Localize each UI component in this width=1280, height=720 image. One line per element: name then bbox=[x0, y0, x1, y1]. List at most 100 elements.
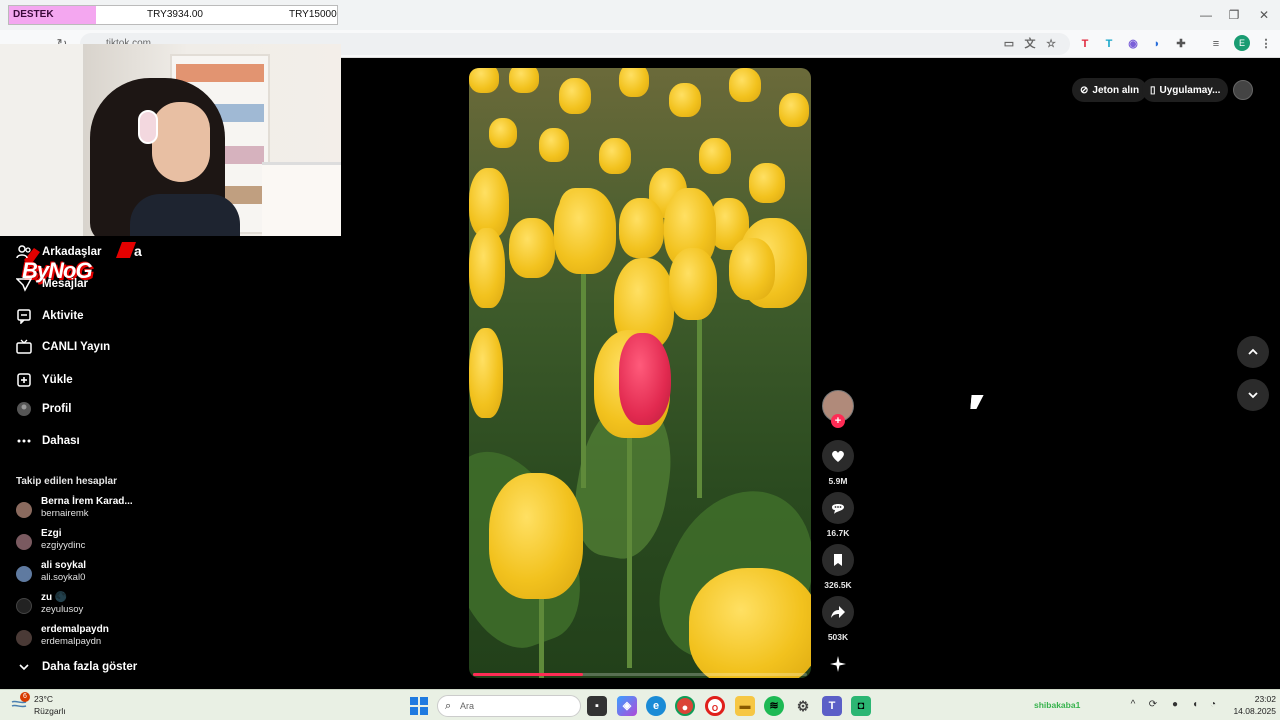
next-video-button[interactable] bbox=[1237, 379, 1269, 411]
opera-icon[interactable]: O bbox=[705, 696, 725, 716]
search-placeholder: Ara bbox=[460, 701, 475, 711]
sidebar-item-label: Dahası bbox=[42, 435, 80, 447]
get-coins-button[interactable]: ⊘ Jeton alın bbox=[1072, 78, 1148, 102]
svg-text:a: a bbox=[134, 243, 142, 259]
chrome-icon[interactable]: ● bbox=[675, 696, 695, 716]
sidebar-item-upload[interactable]: Yükle bbox=[16, 368, 73, 392]
messages-icon bbox=[16, 276, 32, 292]
follow-plus-icon[interactable]: + bbox=[831, 414, 845, 428]
extension-translate-icon[interactable]: T bbox=[1100, 35, 1118, 53]
sidebar-item-label: Mesajlar bbox=[42, 278, 89, 290]
tray-network-icon[interactable]: ◔ bbox=[1206, 698, 1220, 712]
following-section-title: Takip edilen hesaplar bbox=[16, 476, 117, 487]
effects-button[interactable] bbox=[822, 648, 854, 680]
teams-icon[interactable]: T bbox=[822, 696, 842, 716]
sidebar-item-live[interactable]: CANLI Yayın bbox=[16, 335, 110, 359]
extension-blue-icon[interactable]: ◗ bbox=[1148, 35, 1166, 53]
taskbar-search[interactable]: ⌕ Ara bbox=[437, 695, 581, 717]
bookmark-icon bbox=[834, 554, 842, 566]
share-count: 503K bbox=[827, 632, 849, 642]
sidebar-item-label: Profil bbox=[42, 403, 72, 415]
app-green-icon[interactable]: ◘ bbox=[851, 696, 871, 716]
show-more-label: Daha fazla göster bbox=[42, 661, 138, 673]
share-button[interactable] bbox=[822, 596, 854, 628]
video-progress-bar[interactable] bbox=[473, 673, 807, 676]
chevron-down-icon bbox=[16, 659, 32, 675]
following-username: zeyulusoy bbox=[41, 604, 84, 615]
webcam-overlay bbox=[0, 44, 341, 236]
get-app-label: Uygulamay... bbox=[1159, 84, 1221, 96]
minimize-button[interactable]: — bbox=[1192, 4, 1220, 26]
following-name: Berna İrem Karad... bbox=[41, 496, 133, 507]
settings-icon[interactable]: ⚙ bbox=[793, 696, 813, 716]
previous-video-button[interactable] bbox=[1237, 336, 1269, 368]
close-button[interactable]: ✕ bbox=[1250, 4, 1278, 26]
reading-list-icon[interactable]: ≡ bbox=[1207, 35, 1225, 53]
get-coins-label: Jeton alın bbox=[1092, 84, 1140, 96]
red-tulip bbox=[619, 333, 671, 425]
following-name: zu 🌑 bbox=[41, 592, 68, 603]
more-icon bbox=[16, 433, 32, 449]
avatar bbox=[16, 502, 32, 518]
video-player[interactable] bbox=[469, 68, 811, 678]
bookmark-star-icon[interactable]: ☆ bbox=[1042, 35, 1060, 53]
sidebar-item-label: Aktivite bbox=[42, 310, 84, 322]
extension-purple-icon[interactable]: ◉ bbox=[1124, 35, 1142, 53]
get-app-button[interactable]: ▯ Uygulamay... bbox=[1142, 78, 1229, 102]
avatar bbox=[16, 534, 32, 550]
maximize-button[interactable]: ❐ bbox=[1220, 4, 1248, 26]
extension-tp-icon[interactable]: T bbox=[1076, 35, 1094, 53]
donation-label: DESTEK bbox=[9, 6, 96, 24]
sidebar-item-activity[interactable]: Aktivite bbox=[16, 304, 84, 328]
task-view-icon[interactable]: ▪ bbox=[587, 696, 607, 716]
following-username: bernairemk bbox=[41, 508, 89, 519]
browser-profile-avatar[interactable]: E bbox=[1234, 35, 1250, 51]
comment-button[interactable] bbox=[822, 492, 854, 524]
save-count: 326.5K bbox=[824, 580, 852, 590]
sidebar-item-more[interactable]: Dahası bbox=[16, 429, 80, 453]
webcam-person-shirt bbox=[130, 194, 240, 236]
profile-icon bbox=[16, 401, 32, 417]
sidebar-item-label: CANLI Yayın bbox=[42, 341, 111, 353]
screenshot-icon[interactable]: ▭ bbox=[1000, 35, 1018, 53]
following-username: erdemalpaydn bbox=[41, 636, 102, 647]
spotify-icon[interactable]: ≋ bbox=[764, 696, 784, 716]
webcam-person-face bbox=[152, 102, 210, 182]
browser-menu-icon[interactable]: ⋮ bbox=[1257, 35, 1275, 53]
following-name: ali soykal bbox=[41, 560, 87, 571]
taskbar: 6 23°C Rüzgarlı ⌕ Ara ▪ ◈ e ● O ▬ ≋ ⚙ T … bbox=[0, 689, 1280, 720]
heart-icon bbox=[832, 450, 844, 462]
tray-sync-icon[interactable]: ⟳ bbox=[1146, 698, 1160, 712]
sidebar-item-profile[interactable]: Profil bbox=[16, 397, 71, 421]
start-button[interactable] bbox=[410, 697, 428, 715]
following-username: ezgiyydinc bbox=[41, 540, 86, 551]
extensions-puzzle-icon[interactable]: ✚ bbox=[1172, 35, 1190, 53]
chevron-down-icon bbox=[1248, 392, 1258, 399]
translate-icon[interactable]: 文 bbox=[1021, 35, 1039, 53]
tray-mic-icon[interactable]: ● bbox=[1168, 698, 1182, 712]
comment-icon bbox=[832, 504, 844, 514]
tray-volume-icon[interactable]: ◖ bbox=[1188, 698, 1202, 712]
webcam-wardrobe bbox=[0, 44, 85, 236]
save-button[interactable] bbox=[822, 544, 854, 576]
clock-time[interactable]: 23:02 bbox=[1236, 694, 1276, 704]
sidebar-item-friends[interactable]: Arkadaşlar bbox=[16, 240, 101, 264]
edge-icon[interactable]: e bbox=[646, 696, 666, 716]
like-button[interactable] bbox=[822, 440, 854, 472]
chevron-up-icon bbox=[1248, 348, 1258, 355]
show-more-button[interactable]: Daha fazla göster bbox=[16, 655, 137, 679]
avatar bbox=[16, 566, 32, 582]
donation-goal: TRY15000 bbox=[289, 9, 337, 20]
phone-icon: ▯ bbox=[1150, 84, 1156, 96]
weather-temperature: 23°C bbox=[34, 694, 53, 704]
file-explorer-icon[interactable]: ▬ bbox=[735, 696, 755, 716]
copilot-icon[interactable]: ◈ bbox=[617, 696, 637, 716]
sidebar-item-messages[interactable]: Mesajlar bbox=[16, 272, 88, 296]
search-icon: ⌕ bbox=[445, 700, 452, 712]
clock-date[interactable]: 14.08.2025 bbox=[1220, 706, 1276, 716]
tray-chevron-icon[interactable]: ^ bbox=[1126, 698, 1140, 712]
video-progress-fill bbox=[473, 673, 584, 676]
user-avatar[interactable] bbox=[1233, 80, 1253, 100]
comment-count: 16.7K bbox=[826, 528, 850, 538]
weather-condition: Rüzgarlı bbox=[34, 706, 66, 716]
